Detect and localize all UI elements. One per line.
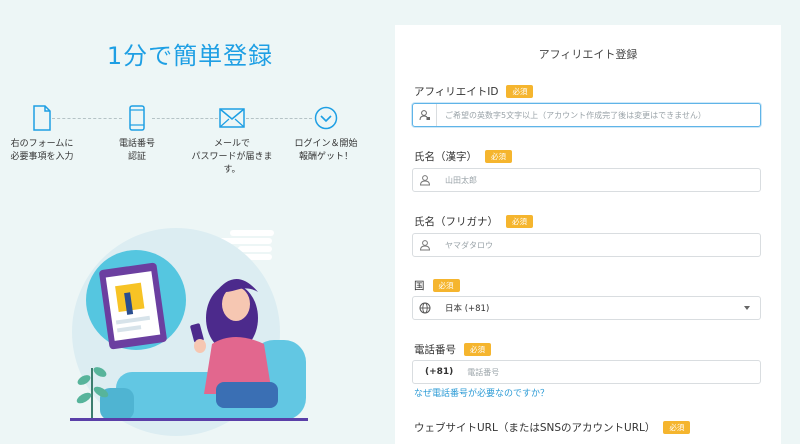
required-badge: 必須 <box>432 279 460 292</box>
required-badge: 必須 <box>663 421 691 434</box>
step-3-label: メールで パスワードが届きま す。 <box>191 139 273 175</box>
phone-country-code: (+81) <box>425 367 454 377</box>
name-kanji-label: 氏名（漢字） 必須 <box>414 149 512 164</box>
smartphone-icon <box>89 104 185 132</box>
registration-steps: 右のフォームに 必要事項を入力 電話番号 認証 メールで パスワードが届きま す… <box>0 104 380 184</box>
name-kanji-placeholder: 山田太郎 <box>445 175 477 185</box>
required-badge: 必須 <box>464 343 491 356</box>
country-select[interactable]: 日本 (+81) <box>412 296 761 320</box>
required-badge: 必須 <box>506 215 533 228</box>
required-badge: 必須 <box>485 150 512 163</box>
left-panel: 1分で簡単登録 右のフォームに 必要事項を入力 電話番号 認証 メールで パスワ… <box>0 0 395 444</box>
website-label: ウェブサイトURL（またはSNSのアカウントURL） 必須 <box>414 420 691 435</box>
country-value: 日本 (+81) <box>445 304 490 314</box>
step-2-label: 電話番号 認証 <box>118 139 155 162</box>
envelope-icon <box>184 104 280 132</box>
required-badge: 必須 <box>506 85 534 98</box>
user-icon <box>413 234 437 256</box>
chevron-circle-icon <box>278 104 374 132</box>
name-kanji-input[interactable]: 山田太郎 <box>412 168 761 192</box>
phone-input[interactable]: (+81) 電話番号 <box>412 360 761 384</box>
hero-illustration <box>56 222 376 444</box>
name-kana-input[interactable]: ヤマダタロウ <box>412 233 761 257</box>
step-2: 電話番号 認証 <box>89 104 185 164</box>
hero-title: 1分で簡単登録 <box>106 42 274 70</box>
step-4: ログイン＆開始 報酬ゲット！ <box>278 104 374 164</box>
dropdown-caret-icon <box>744 306 750 310</box>
country-label: 国 必須 <box>414 278 460 293</box>
form-title: アフィリエイト登録 <box>538 48 638 61</box>
phone-help-link[interactable]: なぜ電話番号が必要なのですか？ <box>414 386 549 399</box>
name-kana-placeholder: ヤマダタロウ <box>445 240 493 250</box>
name-kana-label: 氏名（フリガナ） 必須 <box>414 214 533 229</box>
affiliate-id-label: アフィリエイトID 必須 <box>414 84 534 99</box>
globe-icon <box>413 297 437 319</box>
step-1: 右のフォームに 必要事項を入力 <box>0 104 90 164</box>
user-icon <box>413 169 437 191</box>
step-1-label: 右のフォームに 必要事項を入力 <box>10 139 74 162</box>
registration-form-card: アフィリエイト登録 アフィリエイトID 必須 ご希望の英数字5文字以上（アカウン… <box>395 25 781 444</box>
affiliate-id-input[interactable]: ご希望の英数字5文字以上（アカウント作成完了後は変更はできません） <box>412 103 761 127</box>
phone-placeholder: 電話番号 <box>467 367 500 377</box>
step-4-label: ログイン＆開始 報酬ゲット！ <box>294 139 358 162</box>
user-lock-icon <box>413 104 437 126</box>
affiliate-id-placeholder: ご希望の英数字5文字以上（アカウント作成完了後は変更はできません） <box>445 110 706 120</box>
step-3: メールで パスワードが届きま す。 <box>184 104 280 177</box>
document-icon <box>0 104 90 132</box>
phone-label: 電話番号 必須 <box>414 342 491 357</box>
